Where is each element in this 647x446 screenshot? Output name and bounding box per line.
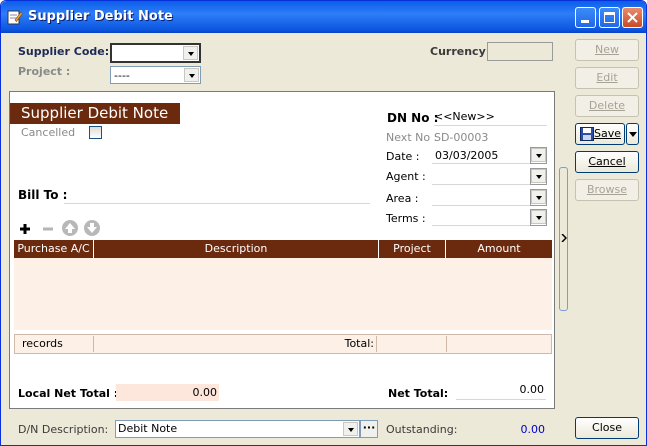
new-button-label: New — [595, 43, 619, 56]
terms-dropdown[interactable] — [530, 209, 547, 226]
local-net-total-label: Local Net Total : — [18, 387, 119, 400]
date-dropdown[interactable] — [530, 147, 547, 164]
close-button-label: Close — [592, 421, 622, 434]
dn-no-field: <<New>> — [434, 110, 547, 126]
maximize-button[interactable] — [599, 7, 620, 28]
net-total-label: Net Total: — [388, 387, 449, 400]
edit-button[interactable]: Edit — [575, 67, 639, 89]
grid-header: Purchase A/C Description Project Amount — [14, 240, 552, 258]
chevron-down-icon — [531, 169, 546, 183]
move-down-icon[interactable] — [83, 219, 101, 237]
cancelled-label: Cancelled — [21, 126, 76, 139]
bill-to-field[interactable] — [64, 188, 370, 204]
application-window: Supplier Debit Note Supplier Code: Proje… — [0, 0, 647, 446]
close-button[interactable]: Close — [575, 417, 639, 439]
save-options-dropdown[interactable] — [626, 123, 639, 145]
minimize-button[interactable] — [575, 7, 596, 28]
supplier-code-combo[interactable] — [110, 43, 201, 63]
dn-description-ellipsis-button[interactable]: ··· — [360, 420, 378, 438]
bill-to-label: Bill To : — [18, 188, 68, 202]
chevron-down-icon[interactable] — [184, 68, 199, 82]
dn-no-label: DN No : — [387, 111, 439, 125]
chevron-right-icon — [561, 234, 567, 242]
close-window-button[interactable] — [622, 7, 643, 28]
document-panel: Supplier Debit Note Cancelled DN No : <<… — [9, 91, 555, 409]
save-button-label: Save — [593, 127, 621, 140]
browse-button-label: Browse — [586, 183, 628, 196]
column-header-project[interactable]: Project — [379, 240, 446, 258]
dn-description-value: Debit Note — [118, 422, 178, 435]
outstanding-label: Outstanding: — [386, 423, 458, 436]
chevron-down-icon — [531, 190, 546, 204]
remove-row-icon[interactable] — [39, 220, 57, 238]
date-value: 03/03/2005 — [435, 149, 499, 162]
chevron-down-icon[interactable] — [183, 46, 198, 60]
currency-field — [487, 42, 553, 61]
total-label: Total: — [95, 336, 377, 352]
chevron-down-icon[interactable] — [343, 422, 358, 436]
dn-description-label: D/N Description: — [18, 423, 109, 436]
date-label: Date : — [386, 150, 420, 163]
form-heading: Supplier Debit Note — [10, 103, 180, 124]
add-row-icon[interactable] — [16, 220, 34, 238]
net-total-value: 0.00 — [456, 383, 546, 400]
cancelled-checkbox[interactable] — [89, 126, 102, 139]
grid-body[interactable] — [14, 258, 552, 330]
total-value — [447, 336, 549, 352]
browse-button[interactable]: Browse — [575, 179, 639, 201]
cancel-button-label: Cancel — [588, 155, 626, 168]
local-net-total-value: 0.00 — [116, 384, 219, 401]
project-value: ---- — [114, 69, 130, 82]
next-no-label: Next No : — [386, 131, 438, 144]
dn-description-combo[interactable]: Debit Note — [115, 420, 360, 438]
chevron-down-icon — [531, 210, 546, 224]
cancel-button[interactable]: Cancel — [575, 151, 639, 173]
currency-label: Currency: — [430, 45, 491, 58]
project-combo[interactable]: ---- — [110, 66, 201, 84]
chevron-down-icon — [531, 148, 546, 162]
new-button[interactable]: New — [575, 39, 639, 61]
panel-splitter[interactable] — [559, 167, 568, 311]
edit-document-icon — [7, 10, 23, 25]
terms-label: Terms : — [386, 212, 426, 225]
supplier-code-label: Supplier Code: — [18, 45, 110, 58]
dn-no-value: <<New>> — [434, 110, 495, 123]
move-up-icon[interactable] — [61, 219, 79, 237]
column-header-description[interactable]: Description — [94, 240, 379, 258]
outstanding-value: 0.00 — [520, 423, 546, 436]
column-header-purchase-ac[interactable]: Purchase A/C — [14, 240, 94, 258]
next-no-value: SD-00003 — [434, 131, 489, 144]
records-label: records — [18, 336, 94, 352]
total-project-cell — [377, 336, 447, 352]
area-label: Area : — [386, 192, 419, 205]
close-icon — [627, 12, 638, 23]
date-field[interactable]: 03/03/2005 — [432, 147, 547, 164]
grid-footer: records Total: — [14, 334, 552, 354]
agent-label: Agent : — [386, 170, 426, 183]
edit-button-label: Edit — [596, 71, 618, 84]
floppy-disk-icon — [580, 127, 594, 141]
chevron-down-icon — [629, 132, 637, 137]
terms-field[interactable] — [432, 209, 547, 226]
delete-button-label: Delete — [588, 99, 626, 112]
save-button[interactable]: Save — [575, 123, 625, 145]
window-title: Supplier Debit Note — [28, 9, 173, 24]
agent-field[interactable] — [432, 168, 547, 185]
delete-button[interactable]: Delete — [575, 95, 639, 117]
area-field[interactable] — [432, 189, 547, 206]
area-dropdown[interactable] — [530, 189, 547, 206]
project-label: Project : — [18, 65, 71, 78]
column-header-amount[interactable]: Amount — [446, 240, 552, 258]
title-bar[interactable]: Supplier Debit Note — [1, 1, 646, 33]
agent-dropdown[interactable] — [530, 168, 547, 185]
